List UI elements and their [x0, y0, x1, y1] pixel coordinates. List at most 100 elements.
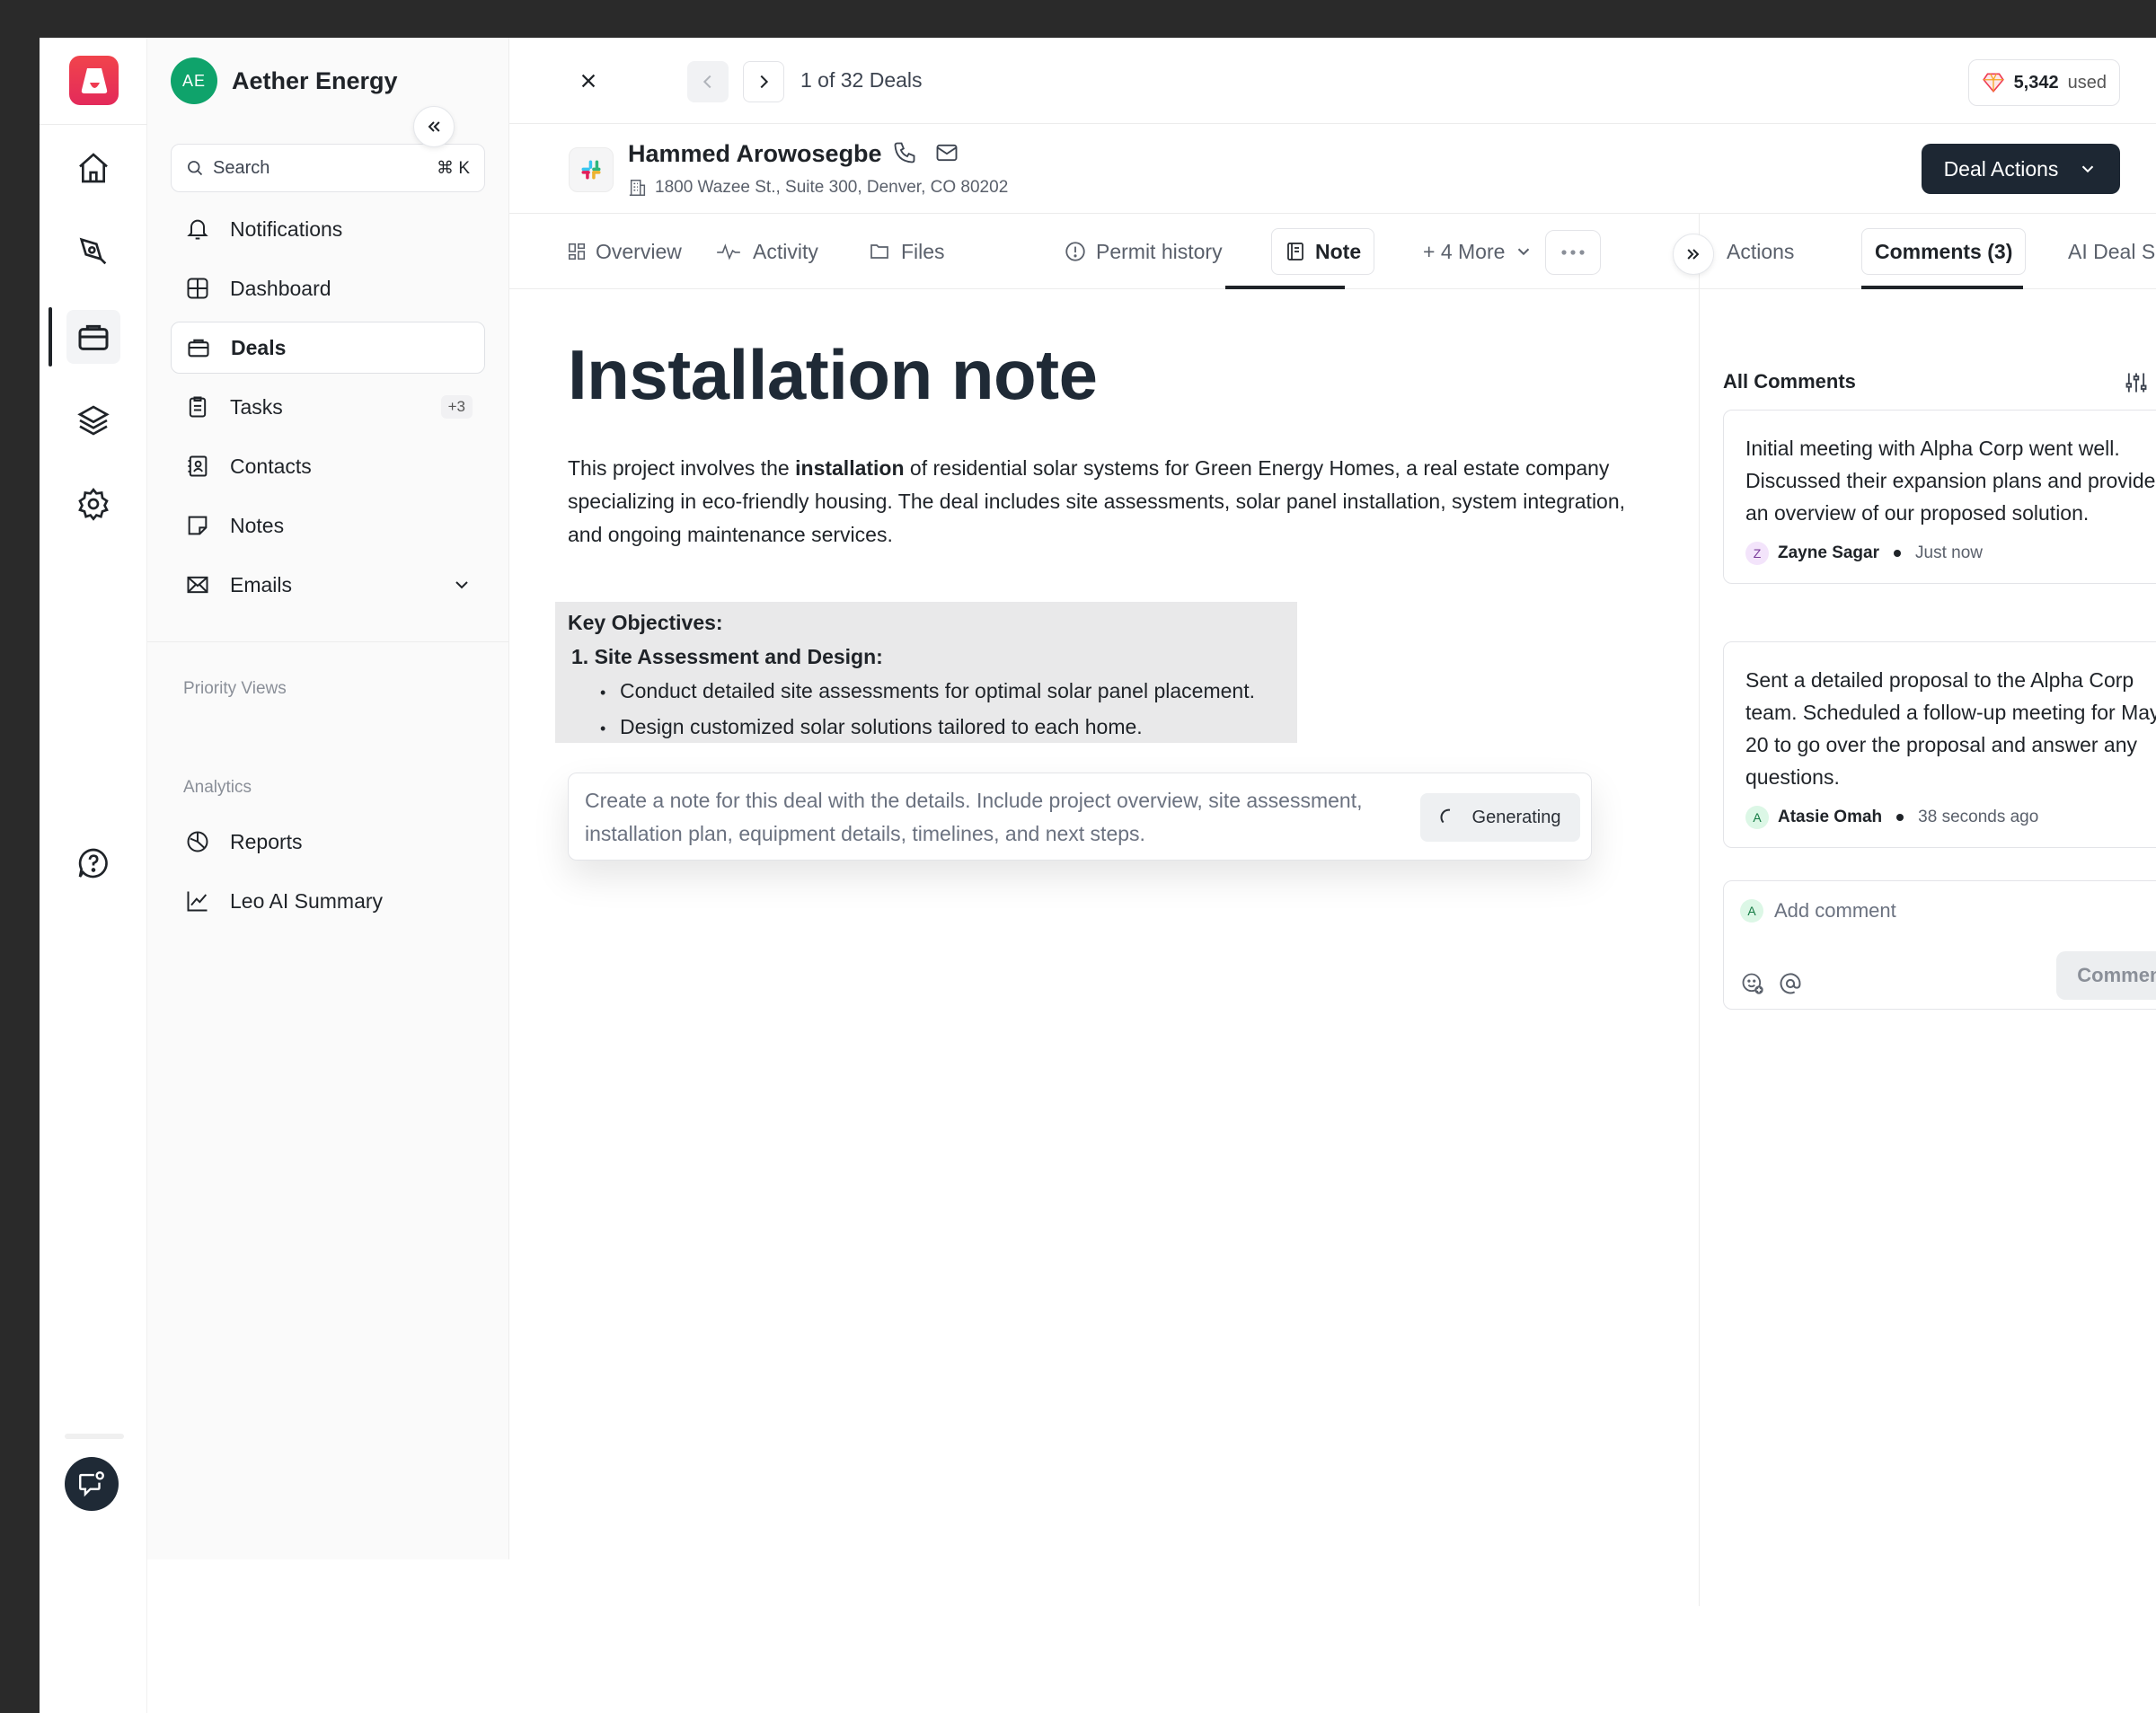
credits-badge[interactable]: 5,342 used [1967, 59, 2120, 106]
address-text: 1800 Wazee St., Suite 300, Denver, CO 80… [655, 178, 1009, 197]
comment-time: 38 seconds ago [1918, 808, 2039, 826]
activity-icon [717, 243, 740, 260]
note-intro[interactable]: This project involves the installation o… [568, 452, 1637, 552]
tab-permit-history[interactable]: Permit history [1051, 228, 1235, 275]
sidebar-item-label: Contacts [230, 454, 312, 478]
briefcase-icon[interactable] [66, 310, 120, 364]
chevron-down-icon [2082, 165, 2094, 173]
comment-card[interactable]: Initial meeting with Alpha Corp went wel… [1723, 410, 2156, 584]
trend-chart-icon [183, 887, 212, 915]
tasks-count-badge: +3 [440, 395, 473, 419]
comment-submit-button[interactable]: Comment [2056, 951, 2156, 1000]
home-icon[interactable] [66, 141, 120, 195]
org-avatar: AE [171, 57, 217, 104]
app-logo[interactable] [69, 56, 119, 105]
tab-overview[interactable]: Overview [554, 228, 694, 275]
objectives-heading: Key Objectives: [568, 611, 723, 634]
tab-comments[interactable]: Comments (3) [1861, 228, 2027, 275]
list-item: Design customized solar solutions tailor… [600, 710, 1255, 746]
chevron-down-icon [1518, 248, 1530, 256]
pen-tool-icon[interactable] [66, 225, 120, 278]
objective-bullets: Conduct detailed site assessments for op… [600, 674, 1255, 746]
org-name: Aether Energy [232, 66, 398, 94]
comment-author[interactable]: Atasie Omah [1778, 808, 1882, 827]
topbar: 1 of 32 Deals 5,342 used [509, 38, 2156, 124]
ai-prompt-box[interactable]: Create a note for this deal with the det… [568, 773, 1592, 861]
credits-value: 5,342 [2013, 72, 2059, 93]
gem-icon [1982, 73, 2004, 93]
sidebar-item-notes[interactable]: Notes [171, 499, 485, 552]
ai-prompt-text[interactable]: Create a note for this deal with the det… [585, 784, 1411, 851]
sidebar-item-notifications[interactable]: Notifications [171, 203, 485, 255]
collapse-sidebar-button[interactable] [413, 106, 455, 147]
generating-label: Generating [1471, 807, 1561, 827]
sidebar-item-label: Tasks [230, 394, 283, 419]
separator-dot [1896, 814, 1904, 821]
rail-active-indicator [49, 307, 52, 366]
deal-actions-button[interactable]: Deal Actions [1922, 144, 2120, 194]
comment-body: Sent a detailed proposal to the Alpha Co… [1745, 668, 2156, 789]
chevrons-right-icon [1687, 249, 1700, 260]
next-deal-button[interactable] [743, 61, 784, 102]
list-item: Conduct detailed site assessments for op… [600, 674, 1255, 710]
sidebar-item-label: Leo AI Summary [230, 888, 384, 913]
filter-sliders-icon[interactable] [2124, 370, 2149, 395]
ellipsis-icon [1561, 250, 1585, 255]
tab-note[interactable]: Note [1271, 228, 1375, 275]
note-title[interactable]: Installation note [568, 334, 1637, 416]
generating-button[interactable]: Generating [1420, 793, 1580, 842]
sidebar-item-emails[interactable]: Emails [171, 559, 485, 611]
note-icon [183, 511, 212, 540]
settings-gear-icon[interactable] [66, 477, 120, 531]
sidebar-nav: Notifications Dashboard Deals Tasks +3 C… [171, 203, 485, 618]
tab-activity[interactable]: Activity [701, 228, 831, 275]
email-icon[interactable] [933, 140, 960, 165]
phone-icon[interactable] [892, 140, 917, 165]
sidebar: AE Aether Energy Search ⌘ K Notification… [147, 38, 509, 1559]
tab-more[interactable]: + 4 More [1410, 228, 1546, 275]
sidebar-item-deals[interactable]: Deals [171, 322, 485, 374]
comment-body: Initial meeting with Alpha Corp went wel… [1745, 437, 2156, 525]
key-objectives[interactable]: Key Objectives: 1. Site Assessment and D… [568, 605, 1255, 746]
deal-tabs: Overview Activity Files Permit history N… [509, 214, 1699, 289]
org-switcher[interactable]: AE Aether Energy [171, 57, 398, 104]
layers-icon[interactable] [66, 393, 120, 447]
tab-label: AI Deal Scope [2068, 239, 2156, 263]
chevron-down-icon[interactable] [451, 574, 473, 596]
expand-panel-button[interactable] [1673, 234, 1714, 275]
previous-deal-button[interactable] [687, 61, 729, 102]
tab-files[interactable]: Files [854, 228, 958, 275]
priority-views-label: Priority Views [183, 679, 287, 698]
intro-bold-text: installation [795, 456, 905, 480]
more-options-button[interactable] [1545, 230, 1601, 275]
tab-actions[interactable]: Actions [1714, 228, 1807, 275]
help-chat-icon[interactable] [66, 836, 120, 890]
comment-time: Just now [1915, 543, 1983, 562]
comment-author[interactable]: Zayne Sagar [1778, 543, 1879, 563]
close-icon[interactable] [572, 65, 605, 97]
sidebar-item-dashboard[interactable]: Dashboard [171, 262, 485, 314]
comment-card[interactable]: Sent a detailed proposal to the Alpha Co… [1723, 641, 2156, 848]
add-comment-input[interactable]: Add comment [1774, 899, 1896, 923]
briefcase-icon [184, 333, 213, 362]
slack-logo-icon [569, 147, 614, 192]
sidebar-item-label: Emails [230, 572, 293, 596]
emoji-add-icon[interactable] [1740, 971, 1765, 996]
support-chat-icon[interactable] [65, 1457, 119, 1511]
mention-icon[interactable] [1778, 971, 1803, 996]
tab-label: Activity [753, 239, 818, 263]
sidebar-item-reports[interactable]: Reports [171, 816, 485, 868]
analytics-label: Analytics [183, 778, 252, 797]
add-comment-box[interactable]: A Add comment Comment [1723, 880, 2156, 1010]
panel-tabs: Actions Comments (3) AI Deal Scope [1700, 214, 2156, 289]
note-editor[interactable]: Installation note This project involves … [555, 289, 1637, 861]
sidebar-item-tasks[interactable]: Tasks +3 [171, 381, 485, 433]
search-shortcut: ⌘ K [437, 158, 470, 178]
chevron-left-icon [702, 75, 711, 89]
search-input[interactable]: Search ⌘ K [171, 144, 485, 192]
sidebar-item-contacts[interactable]: Contacts [171, 440, 485, 492]
dashboard-grid-icon [183, 274, 212, 303]
sidebar-item-leo-ai-summary[interactable]: Leo AI Summary [171, 875, 485, 927]
tab-ai-deal-scope[interactable]: AI Deal Scope [2055, 228, 2156, 275]
alert-circle-icon [1065, 242, 1085, 261]
